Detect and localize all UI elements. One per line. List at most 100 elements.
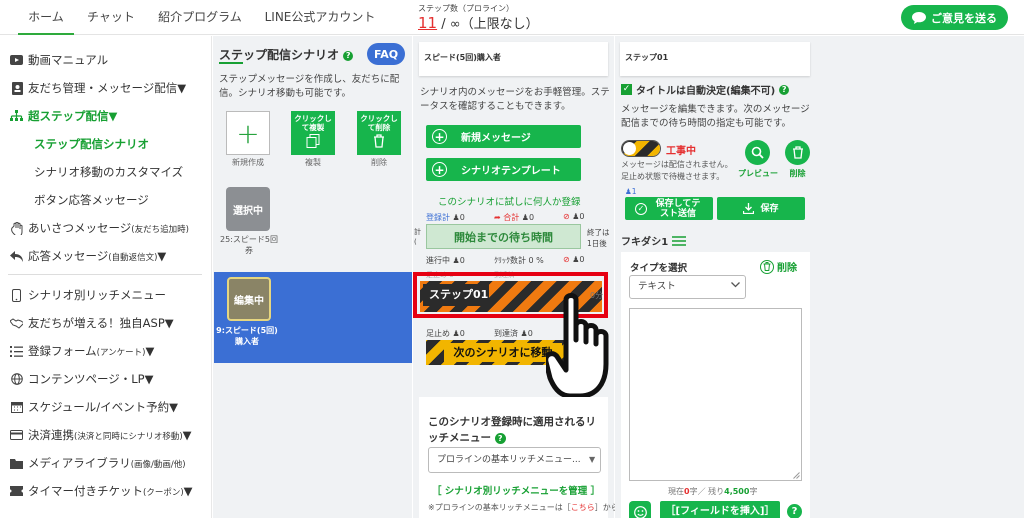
type-delete-label: 削除 xyxy=(777,263,797,274)
sidebar-item-reply-message[interactable]: 応答メッセージ(自動返信文)▼ xyxy=(10,246,166,266)
scenario-name[interactable]: 25:スピード5回券 xyxy=(219,234,279,256)
calendar-icon xyxy=(10,401,23,414)
copy-scenario-button[interactable]: クリックして複製 xyxy=(291,111,335,155)
delete-message-label: 削除 xyxy=(789,169,806,178)
stat-total: ➦ 合計 ♟0 xyxy=(494,213,535,222)
drag-handle-icon[interactable] xyxy=(672,235,687,246)
scenario-panel-title: ステップ配信シナリオ ? xyxy=(219,46,354,63)
copy-button-label: クリックして複製 xyxy=(294,114,332,132)
help-icon[interactable]: ? xyxy=(343,51,354,61)
help-icon[interactable]: ? xyxy=(779,84,790,95)
sidebar-label: あいさつメッセージ(友だち追加時) xyxy=(28,221,189,235)
char-counter: 現在0字／ 残り4,500字 xyxy=(668,487,758,496)
resize-handle-icon[interactable] xyxy=(793,472,800,479)
delete-message-button[interactable] xyxy=(785,140,810,165)
sidebar-label: 友だちが増える！独自ASP▼ xyxy=(28,316,174,330)
new-scenario-label: 新規作成 xyxy=(232,158,264,167)
help-icon[interactable]: ? xyxy=(787,504,802,518)
list-icon xyxy=(10,345,23,358)
sidebar-item-media-library[interactable]: メディアライブラリ(画像/動画/他) xyxy=(10,453,186,473)
trash-icon xyxy=(372,134,386,148)
insert-field-button[interactable]: ［[フィールドを挿入]］ xyxy=(660,501,780,518)
sidebar-label: 登録フォーム(アンケート)▼ xyxy=(28,344,155,358)
construction-toggle[interactable] xyxy=(621,140,661,157)
button-label: ［[フィールドを挿入]］ xyxy=(665,506,775,517)
delete-scenario-button[interactable]: クリックして削除 xyxy=(357,111,401,155)
contact-book-icon xyxy=(10,81,23,95)
sidebar-item-asp[interactable]: 友だちが増える！独自ASP▼ xyxy=(10,313,174,333)
sidebar-item-payment[interactable]: 決済連携(決済と同時にシナリオ移動)▼ xyxy=(10,425,192,445)
sidebar-item-button-reply[interactable]: ボタン応答メッセージ xyxy=(34,190,149,210)
scenario-name[interactable]: 9:スピード(5回)購入者 xyxy=(216,325,278,347)
message-textarea[interactable] xyxy=(629,308,802,481)
smartphone-icon xyxy=(10,288,23,302)
rich-menu-title: このシナリオ登録時に適用されるリッチメニュー ? xyxy=(428,416,596,444)
scenario-thumbnail[interactable]: 編集中 xyxy=(227,277,271,321)
tab-referral[interactable]: 紹介プログラム xyxy=(152,0,248,35)
emoji-button[interactable] xyxy=(629,501,651,518)
save-and-test-button[interactable]: ✓ 保存してテスト送信 xyxy=(625,197,713,220)
wait-time-bar[interactable]: 開始までの待ち時間 xyxy=(426,224,581,249)
download-icon xyxy=(743,203,755,214)
type-delete-button[interactable]: 削除 xyxy=(760,259,797,274)
copy-label: 複製 xyxy=(305,158,321,167)
title-auto-checkbox-row[interactable]: ✓ タイトルは自動決定(編集不可) ? xyxy=(621,82,790,97)
rich-menu-note-link[interactable]: こちら xyxy=(571,503,595,512)
sidebar-item-schedule[interactable]: スケジュール/イベント予約▼ xyxy=(10,397,178,417)
trash-icon xyxy=(760,259,774,274)
sidebar-item-scenario-move[interactable]: シナリオ移動のカスタマイズ xyxy=(34,162,183,182)
chevron-down-icon: ▼ xyxy=(589,455,596,464)
tab-chat[interactable]: チャット xyxy=(82,0,140,35)
stat-in-progress: 進行中 ♟0 xyxy=(426,256,465,265)
person-count: ♟1 xyxy=(625,187,637,196)
scenario-thumbnail[interactable]: 選択中 xyxy=(226,187,270,231)
sidebar-item-rich-menu[interactable]: シナリオ別リッチメニュー xyxy=(10,285,166,305)
check-circle-icon: ✓ xyxy=(635,202,647,215)
help-icon[interactable]: ? xyxy=(494,433,506,444)
new-message-button[interactable]: + 新規メッセージ xyxy=(426,125,581,148)
sidebar-item-friends[interactable]: 友だち管理・メッセージ配信▼ xyxy=(10,78,186,98)
sidebar-item-form[interactable]: 登録フォーム(アンケート)▼ xyxy=(10,341,154,361)
scenario-template-button[interactable]: + シナリオテンプレート xyxy=(426,158,581,181)
sidebar-item-video-manual[interactable]: 動画マニュアル xyxy=(10,50,108,70)
plus-circle-icon: + xyxy=(432,162,447,177)
rich-menu-note: ※プロラインの基本リッチメニューは［こちら］から指定できます。 xyxy=(428,503,674,512)
sidebar-item-step-scenario[interactable]: ステップ配信シナリオ xyxy=(34,134,149,154)
side-note-left: 計( xyxy=(414,228,421,246)
feedback-button[interactable]: ご意見を送る xyxy=(901,5,1008,30)
checkbox-icon[interactable]: ✓ xyxy=(621,84,632,95)
rich-menu-select[interactable]: プロラインの基本リッチメニュー... xyxy=(428,447,601,473)
title-underline xyxy=(219,62,243,64)
chat-bubble-icon xyxy=(912,11,926,24)
type-select-label: タイプを選択 xyxy=(630,263,688,274)
sidebar-item-super-step[interactable]: 超ステップ配信▼ xyxy=(10,106,117,126)
sidebar-item-content-page[interactable]: コンテンツページ・LP▼ xyxy=(10,369,153,389)
tab-line-official[interactable]: LINE公式アカウント xyxy=(258,0,382,35)
preview-label: プレビュー xyxy=(738,169,778,178)
manage-rich-menu-link[interactable]: ［ シナリオ別リッチメニューを管理 ］ xyxy=(432,483,600,497)
sidebar-label: 応答メッセージ(自動返信文)▼ xyxy=(28,249,167,263)
sidebar-label: メディアライブラリ(画像/動画/他) xyxy=(28,456,186,470)
faq-button[interactable]: FAQ xyxy=(367,43,405,65)
scenario-status-badge: 編集中 xyxy=(234,295,264,307)
type-select[interactable]: テキスト xyxy=(629,275,746,299)
sidebar-item-greeting[interactable]: あいさつメッセージ(友だち追加時) xyxy=(10,218,189,238)
delete-button-label: クリックして削除 xyxy=(360,114,398,132)
next-scenario-label: 次のシナリオに移動 xyxy=(444,343,562,362)
hierarchy-icon xyxy=(10,110,23,123)
tab-home[interactable]: ホーム xyxy=(18,0,74,35)
sidebar-item-ticket[interactable]: タイマー付きチケット(クーポン)▼ xyxy=(10,481,193,501)
stat-stopped: ⊘ ♟0 xyxy=(563,212,585,221)
hand-wave-icon xyxy=(10,221,23,235)
new-scenario-button[interactable]: + xyxy=(226,111,270,155)
person-icon: ♟ xyxy=(625,187,632,196)
save-button[interactable]: 保存 xyxy=(717,197,805,220)
reply-icon xyxy=(10,250,23,263)
preview-button[interactable] xyxy=(745,140,770,165)
try-register-link[interactable]: このシナリオに試しに何人か登録 xyxy=(438,194,581,208)
step-count-value[interactable]: 11 xyxy=(418,14,437,32)
side-note-right: 終了は 1日後 xyxy=(587,228,610,248)
delete-label: 削除 xyxy=(371,158,387,167)
scenario-panel-description: ステップメッセージを作成し、友だちに配信。シナリオ移動も可能です。 xyxy=(219,74,400,99)
button-label: 保存してテスト送信 xyxy=(655,198,701,219)
